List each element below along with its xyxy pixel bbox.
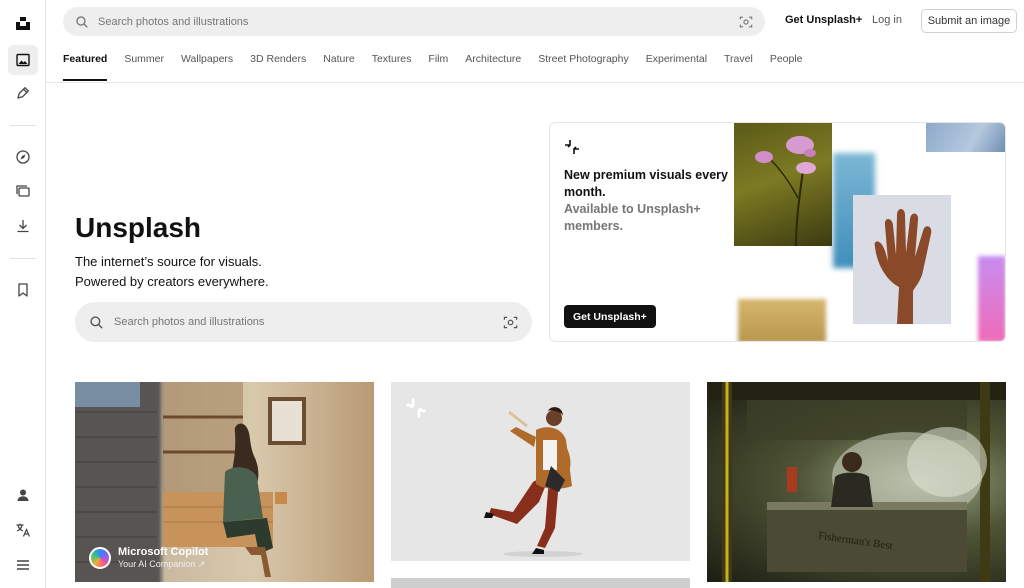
topic-tab-people[interactable]: People [770, 53, 803, 81]
visual-search-icon[interactable] [739, 15, 753, 29]
user-account-icon[interactable] [8, 480, 38, 510]
topic-tab-travel[interactable]: Travel [724, 53, 753, 81]
sponsor-name: Microsoft Copilot [118, 546, 209, 558]
topic-tab-experimental[interactable]: Experimental [646, 53, 707, 81]
topic-tab-textures[interactable]: Textures [372, 53, 412, 81]
header-search-input[interactable]: Search photos and illustrations [98, 16, 739, 28]
sponsor-badge[interactable]: Microsoft Copilot Your AI Companion ↗ [89, 546, 208, 570]
promo-image-blurred-pink [978, 256, 1005, 341]
unsplash-logo-icon[interactable] [8, 8, 38, 38]
topic-nav: Featured Summer Wallpapers 3D Renders Nature… [63, 53, 803, 81]
sidebar [0, 0, 46, 588]
login-link[interactable]: Log in [872, 14, 902, 26]
promo-headline-main: New premium visuals every month. [564, 168, 728, 199]
copilot-logo-icon [89, 547, 111, 569]
hero-subtitle-line1: The internet’s source for visuals. [75, 254, 262, 269]
photo-card-dancer[interactable] [391, 382, 690, 561]
submit-image-button[interactable]: Submit an image [921, 9, 1017, 33]
menu-hamburger-icon[interactable] [8, 550, 38, 580]
photos-icon[interactable] [8, 45, 38, 75]
hero-title: Unsplash [75, 212, 202, 243]
promo-image-blurred-gold [738, 299, 826, 341]
get-unsplash-plus-link[interactable]: Get Unsplash+ [785, 14, 862, 26]
hero-subtitle: The internet’s source for visuals. Power… [75, 252, 269, 292]
language-translate-icon[interactable] [8, 515, 38, 545]
illustrations-pen-icon[interactable] [8, 78, 38, 108]
promo-image-fabric [926, 123, 1005, 152]
promo-subline: Available to Unsplash+ members. [564, 202, 701, 233]
promo-image-hand [853, 195, 951, 324]
collections-icon[interactable] [8, 176, 38, 206]
topic-tab-summer[interactable]: Summer [124, 53, 164, 81]
photo-card-partial[interactable] [391, 578, 690, 588]
search-icon [90, 315, 103, 329]
unsplash-plus-promo-card[interactable]: New premium visuals every month. Availab… [549, 122, 1006, 342]
hero-subtitle-line2: Powered by creators everywhere. [75, 274, 269, 289]
topic-tab-3d-renders[interactable]: 3D Renders [250, 53, 306, 81]
photo-card-copilot-ad[interactable]: Microsoft Copilot Your AI Companion ↗ [75, 382, 374, 582]
photo-card-street-vendor[interactable]: Fisherman's Best [707, 382, 1006, 582]
topic-tab-film[interactable]: Film [428, 53, 448, 81]
topic-tab-architecture[interactable]: Architecture [465, 53, 521, 81]
bookmark-icon[interactable] [8, 275, 38, 305]
topic-nav-divider [46, 82, 1024, 83]
promo-headline: New premium visuals every month. Availab… [564, 167, 734, 235]
sidebar-divider [10, 258, 36, 259]
topic-tab-wallpapers[interactable]: Wallpapers [181, 53, 233, 81]
compass-explore-icon[interactable] [8, 142, 38, 172]
visual-search-icon[interactable] [503, 315, 518, 330]
header-search-bar[interactable]: Search photos and illustrations [63, 7, 765, 36]
sponsor-tagline[interactable]: Your AI Companion ↗ [118, 559, 208, 570]
unsplash-plus-logo-icon [565, 140, 579, 154]
topic-tab-featured[interactable]: Featured [63, 53, 108, 81]
hero-search-input[interactable]: Search photos and illustrations [114, 316, 503, 328]
download-icon[interactable] [8, 211, 38, 241]
promo-get-plus-button[interactable]: Get Unsplash+ [564, 305, 656, 328]
hero-search-bar[interactable]: Search photos and illustrations [75, 302, 532, 342]
search-icon [76, 15, 88, 28]
topic-tab-nature[interactable]: Nature [323, 53, 355, 81]
topic-tab-street-photography[interactable]: Street Photography [538, 53, 628, 81]
promo-image-flower [734, 123, 832, 247]
sidebar-divider [10, 125, 36, 126]
